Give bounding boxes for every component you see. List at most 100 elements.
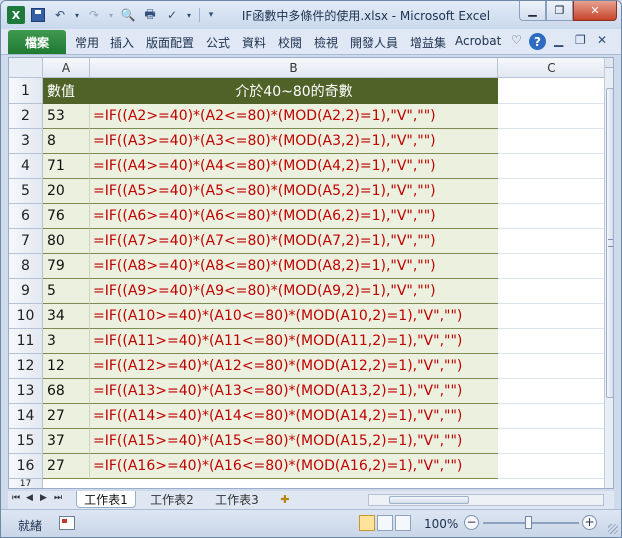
workbook-close-icon[interactable]: ✕ <box>597 33 607 47</box>
cell-value[interactable]: 27 <box>43 404 90 429</box>
row-header[interactable]: 11 <box>9 329 43 354</box>
cell-formula[interactable]: =IF((A7>=40)*(A7<=80)*(MOD(A7,2)=1),"V",… <box>90 229 498 254</box>
cell-formula[interactable]: =IF((A3>=40)*(A3<=80)*(MOD(A3,2)=1),"V",… <box>90 129 498 154</box>
row-header[interactable]: 9 <box>9 279 43 304</box>
row-header[interactable]: 15 <box>9 429 43 454</box>
tab-data[interactable]: 資料 <box>242 34 266 51</box>
help-icon[interactable]: ? <box>529 33 546 50</box>
sheet-tab-3[interactable]: 工作表3 <box>207 491 267 508</box>
zoom-out-icon[interactable]: − <box>464 515 479 530</box>
select-all-corner[interactable] <box>9 58 43 78</box>
cell-value[interactable]: 20 <box>43 179 90 204</box>
cell-formula[interactable]: =IF((A8>=40)*(A8<=80)*(MOD(A8,2)=1),"V",… <box>90 254 498 279</box>
close-icon[interactable]: ✕ <box>573 1 617 21</box>
row-header[interactable]: 12 <box>9 354 43 379</box>
column-header-b[interactable]: B <box>90 58 498 78</box>
row-header[interactable]: 4 <box>9 154 43 179</box>
cell-value[interactable]: 79 <box>43 254 90 279</box>
row-header[interactable]: 17 <box>9 479 43 488</box>
cell-value[interactable]: 68 <box>43 379 90 404</box>
horizontal-scrollbar[interactable] <box>368 494 604 506</box>
cell-value[interactable]: 37 <box>43 429 90 454</box>
row-header[interactable]: 13 <box>9 379 43 404</box>
row-header[interactable]: 16 <box>9 454 43 479</box>
cell-value[interactable]: 27 <box>43 454 90 479</box>
sheet-tab-2[interactable]: 工作表2 <box>142 491 202 508</box>
cell-c[interactable] <box>498 429 606 454</box>
row-header[interactable]: 10 <box>9 304 43 329</box>
next-sheet-icon[interactable]: ▶ <box>40 493 47 503</box>
cell-c[interactable] <box>498 379 606 404</box>
cell-c[interactable] <box>498 404 606 429</box>
cell-c[interactable] <box>498 129 606 154</box>
zoom-level[interactable]: 100% <box>424 517 458 531</box>
cell-c[interactable] <box>498 254 606 279</box>
cell-value[interactable]: 80 <box>43 229 90 254</box>
row-header[interactable]: 1 <box>9 78 43 104</box>
resize-grip-icon[interactable] <box>608 524 618 534</box>
tab-home[interactable]: 常用 <box>75 34 99 51</box>
row-header[interactable]: 2 <box>9 104 43 129</box>
cell-c[interactable] <box>498 454 606 479</box>
cell-c[interactable] <box>498 104 606 129</box>
row-header[interactable]: 3 <box>9 129 43 154</box>
cell-formula[interactable]: =IF((A12>=40)*(A12<=80)*(MOD(A12,2)=1),"… <box>90 354 498 379</box>
cell-formula[interactable]: =IF((A5>=40)*(A5<=80)*(MOD(A5,2)=1),"V",… <box>90 179 498 204</box>
tab-file[interactable]: 檔案 <box>8 30 66 54</box>
row-header[interactable]: 8 <box>9 254 43 279</box>
tab-acrobat[interactable]: Acrobat <box>455 34 501 48</box>
new-sheet-icon[interactable]: ✚ <box>274 491 296 508</box>
cell-formula[interactable]: =IF((A16>=40)*(A16<=80)*(MOD(A16,2)=1),"… <box>90 454 498 479</box>
first-sheet-icon[interactable]: ⏮ <box>12 493 20 503</box>
cell-c[interactable] <box>498 229 606 254</box>
cell-c[interactable] <box>498 179 606 204</box>
cell-formula[interactable]: =IF((A4>=40)*(A4<=80)*(MOD(A4,2)=1),"V",… <box>90 154 498 179</box>
cell-formula[interactable]: =IF((A2>=40)*(A2<=80)*(MOD(A2,2)=1),"V",… <box>90 104 498 129</box>
macro-record-icon[interactable] <box>59 516 75 530</box>
split-box[interactable] <box>605 58 613 68</box>
cell-formula[interactable]: =IF((A6>=40)*(A6<=80)*(MOD(A6,2)=1),"V",… <box>90 204 498 229</box>
cell-value[interactable]: 76 <box>43 204 90 229</box>
page-break-view-icon[interactable] <box>395 515 411 531</box>
last-sheet-icon[interactable]: ⏭ <box>54 493 62 503</box>
cell-c1[interactable] <box>498 78 606 104</box>
cell-value[interactable]: 5 <box>43 279 90 304</box>
cell-formula[interactable]: =IF((A13>=40)*(A13<=80)*(MOD(A13,2)=1),"… <box>90 379 498 404</box>
row-header[interactable]: 6 <box>9 204 43 229</box>
cell-formula[interactable]: =IF((A11>=40)*(A11<=80)*(MOD(A11,2)=1),"… <box>90 329 498 354</box>
tab-review[interactable]: 校閱 <box>278 34 302 51</box>
vertical-scroll-thumb[interactable] <box>606 88 613 398</box>
tab-formulas[interactable]: 公式 <box>206 34 230 51</box>
row-header[interactable]: 7 <box>9 229 43 254</box>
row-header[interactable]: 5 <box>9 179 43 204</box>
cell-value[interactable]: 8 <box>43 129 90 154</box>
cell-c[interactable] <box>498 279 606 304</box>
workbook-restore-icon[interactable]: ❐ <box>575 33 586 47</box>
cell-value[interactable]: 53 <box>43 104 90 129</box>
row-header[interactable]: 14 <box>9 404 43 429</box>
minimize-icon[interactable]: ▁ <box>519 1 546 21</box>
cell-value[interactable]: 3 <box>43 329 90 354</box>
zoom-in-icon[interactable]: + <box>582 515 597 530</box>
cell-formula[interactable]: =IF((A10>=40)*(A10<=80)*(MOD(A10,2)=1),"… <box>90 304 498 329</box>
cell-value[interactable]: 34 <box>43 304 90 329</box>
horizontal-scroll-thumb[interactable] <box>389 496 469 504</box>
cell-c[interactable] <box>498 354 606 379</box>
cell-formula[interactable]: =IF((A15>=40)*(A15<=80)*(MOD(A15,2)=1),"… <box>90 429 498 454</box>
tab-view[interactable]: 檢視 <box>314 34 338 51</box>
cell-c[interactable] <box>498 304 606 329</box>
cell-c[interactable] <box>498 204 606 229</box>
header-cell-odd-40-80[interactable]: 介於40~80的奇數 <box>90 78 498 104</box>
column-header-a[interactable]: A <box>43 58 90 78</box>
restore-icon[interactable]: ❐ <box>546 1 573 21</box>
vertical-scrollbar[interactable] <box>604 58 613 488</box>
normal-view-icon[interactable] <box>359 515 375 531</box>
header-cell-value[interactable]: 數值 <box>43 78 90 104</box>
tab-insert[interactable]: 插入 <box>110 34 134 51</box>
cell-value[interactable]: 12 <box>43 354 90 379</box>
workbook-minimize-icon[interactable]: ▁ <box>554 33 563 47</box>
cell-value[interactable]: 71 <box>43 154 90 179</box>
cell-c[interactable] <box>498 154 606 179</box>
tab-addins[interactable]: 增益集 <box>410 34 446 51</box>
sheet-tab-1[interactable]: 工作表1 <box>76 491 136 508</box>
